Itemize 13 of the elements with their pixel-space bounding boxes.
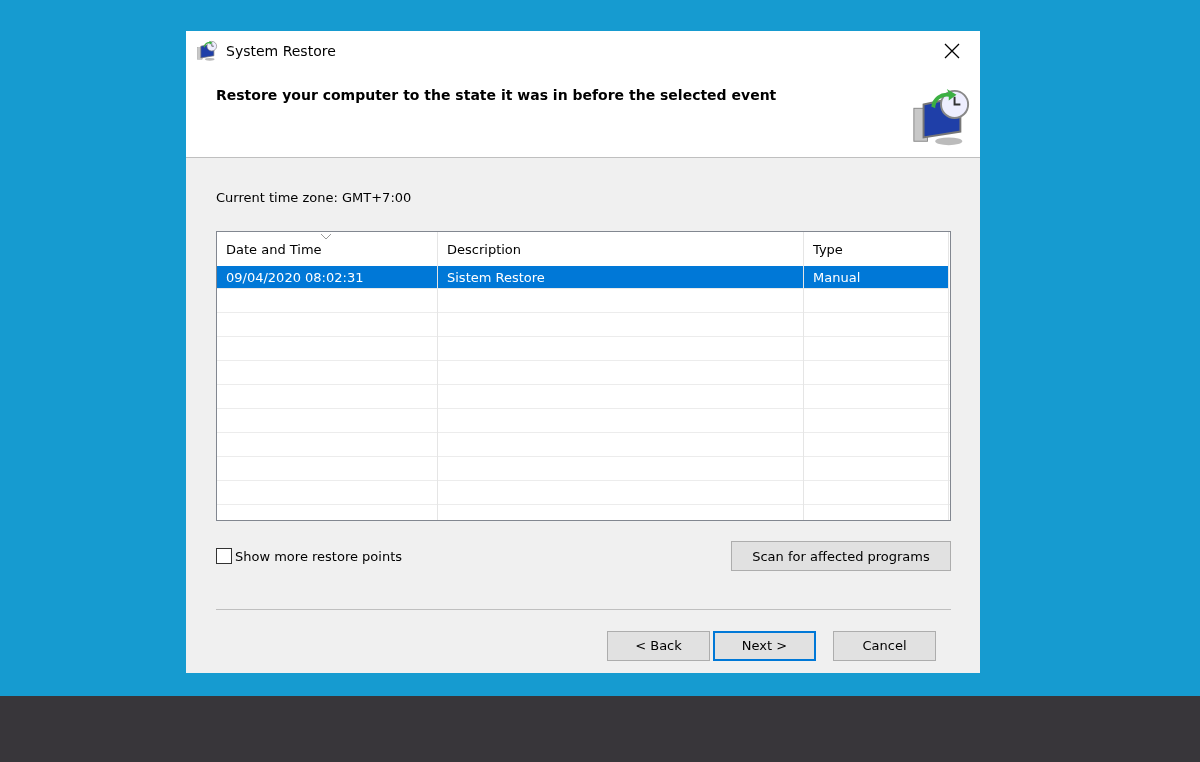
window-title: System Restore bbox=[226, 43, 337, 59]
close-icon bbox=[944, 43, 960, 59]
table-cell[interactable]: Sistem Restore bbox=[438, 266, 804, 289]
dialog-button[interactable]: Next > bbox=[713, 630, 816, 661]
table-cell[interactable]: 09/04/2020 08:02:31 bbox=[217, 266, 438, 289]
restore-icon bbox=[196, 40, 218, 62]
time-zone-label: Current time zone: GMT+7:00 bbox=[216, 190, 412, 205]
dialog-button[interactable]: Cancel bbox=[833, 630, 936, 661]
page-heading: Restore your computer to the state it was in before the selected event bbox=[216, 87, 777, 105]
scan-button[interactable]: Scan for affected programs bbox=[731, 541, 951, 571]
show-more-checkbox[interactable]: Show more restore points bbox=[216, 548, 402, 564]
table-cell[interactable]: Manual bbox=[804, 266, 949, 289]
dialog-button[interactable]: < Back bbox=[607, 630, 710, 661]
